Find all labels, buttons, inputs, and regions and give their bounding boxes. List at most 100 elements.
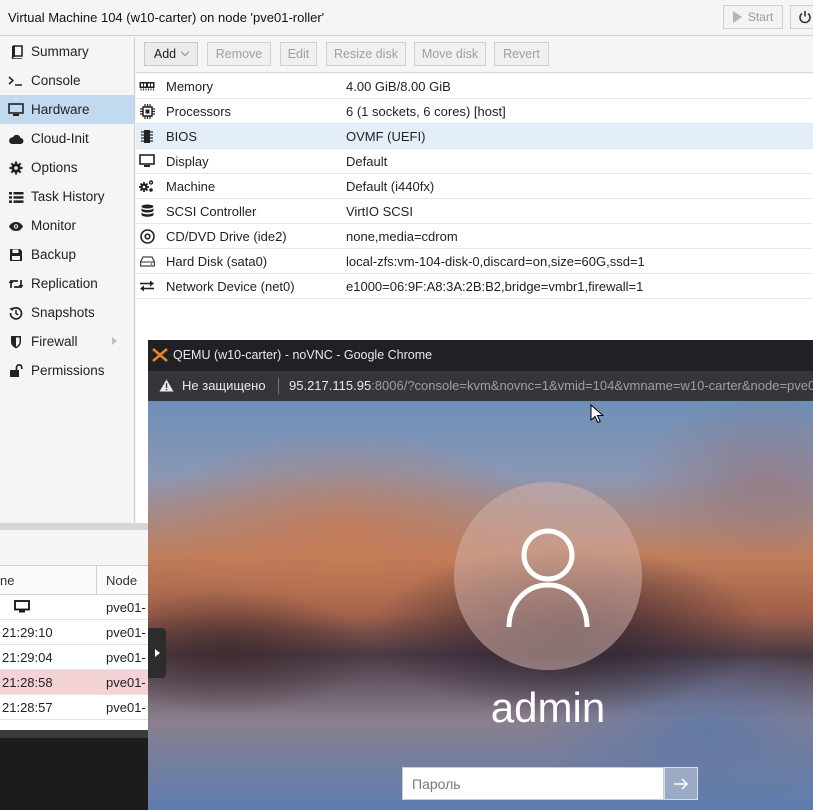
task-row[interactable]: 21:29:04 pve01-r: [0, 645, 148, 670]
password-box[interactable]: [402, 767, 665, 800]
terminal-icon: [8, 73, 24, 89]
hardware-value: OVMF (UEFI): [346, 129, 426, 144]
edit-button[interactable]: Edit: [280, 42, 317, 66]
nav-item-task-history[interactable]: Task History: [0, 182, 134, 211]
task-row-error[interactable]: 21:28:58 pve01-r: [0, 670, 148, 695]
hardware-row-display[interactable]: Display Default: [136, 149, 813, 174]
hardware-row-hard-disk[interactable]: Hard Disk (sata0) local-zfs:vm-104-disk-…: [136, 249, 813, 274]
hardware-value: Default (i440fx): [346, 179, 435, 194]
hardware-key: Hard Disk (sata0): [166, 254, 268, 269]
nav-item-replication[interactable]: Replication: [0, 269, 134, 298]
cdrom-icon: [139, 228, 155, 244]
monitor-icon: [8, 102, 24, 118]
hardware-value: 6 (1 sockets, 6 cores) [host]: [346, 104, 506, 119]
task-time: 21:29:04: [2, 650, 53, 665]
cloud-icon: [8, 131, 24, 147]
nav-item-cloud-init[interactable]: Cloud-Init: [0, 124, 134, 153]
user-icon: [506, 528, 590, 628]
remove-button[interactable]: Remove: [207, 42, 271, 66]
list-icon: [8, 189, 24, 205]
novnc-chrome-window: QEMU (w10-carter) - noVNC - Google Chrom…: [148, 340, 813, 810]
power-icon: [799, 11, 811, 24]
nav-item-summary[interactable]: Summary: [0, 37, 134, 66]
expand-arrow-icon[interactable]: [112, 337, 117, 345]
chrome-title-bar[interactable]: QEMU (w10-carter) - noVNC - Google Chrom…: [148, 340, 813, 371]
username-label: admin: [490, 684, 606, 731]
task-node: pve01-r: [106, 600, 146, 615]
hardware-row-processors[interactable]: Processors 6 (1 sockets, 6 cores) [host]: [136, 99, 813, 124]
nav-item-snapshots[interactable]: Snapshots: [0, 298, 134, 327]
resize-disk-button[interactable]: Resize disk: [326, 42, 406, 66]
arrow-right-icon: [674, 777, 689, 790]
hardware-key: Processors: [166, 104, 232, 119]
nav-item-firewall[interactable]: Firewall: [0, 327, 134, 356]
taskbar-area: [0, 730, 148, 810]
running-task-monitor-icon: [14, 600, 30, 616]
task-log-column-header: ne Node: [0, 565, 148, 596]
history-icon: [8, 305, 24, 321]
task-node: pve01-r: [106, 675, 146, 690]
hardware-key: Machine: [166, 179, 216, 194]
add-button[interactable]: Add: [144, 42, 198, 66]
url-path: :8006/?console=kvm&novnc=1&vmid=104&vmna…: [371, 378, 813, 393]
submit-arrow-button[interactable]: [664, 767, 698, 800]
nav-label: Snapshots: [31, 305, 95, 320]
revert-button[interactable]: Revert: [494, 42, 549, 66]
start-button[interactable]: Start: [723, 5, 783, 29]
chevron-down-icon: [180, 47, 190, 57]
nav-item-options[interactable]: Options: [0, 153, 134, 182]
not-secure-label[interactable]: Не защищено: [182, 378, 266, 393]
database-icon: [139, 203, 155, 219]
task-time: 21:28:57: [2, 700, 53, 715]
retweet-icon: [8, 276, 24, 292]
unlock-icon: [8, 363, 24, 379]
nav-item-hardware[interactable]: Hardware: [0, 95, 134, 124]
shutdown-button[interactable]: [790, 5, 813, 29]
hardware-value: e1000=06:9F:A8:3A:2B:B2,bridge=vmbr1,fir…: [346, 279, 644, 294]
desktop-icon: [139, 153, 155, 169]
task-row[interactable]: 21:29:10 pve01-r: [0, 620, 148, 645]
move-disk-button[interactable]: Move disk: [414, 42, 486, 66]
nav-label: Task History: [31, 189, 105, 204]
address-divider: [278, 378, 279, 394]
task-row[interactable]: 21:28:57 pve01-r: [0, 695, 148, 720]
nav-label: Summary: [31, 44, 89, 59]
nav-label: Monitor: [31, 218, 77, 233]
address-bar[interactable]: Не защищено 95.217.115.95:8006/?console=…: [148, 371, 813, 401]
url-text[interactable]: 95.217.115.95:8006/?console=kvm&novnc=1&…: [289, 378, 813, 393]
column-header-node[interactable]: Node: [106, 573, 137, 588]
window-title: QEMU (w10-carter) - noVNC - Google Chrom…: [173, 348, 433, 362]
play-icon: [732, 11, 742, 23]
task-log-panel: ne Node pve01-r 21:29:10 pve01-r 21:29:0…: [0, 530, 148, 730]
hardware-row-bios[interactable]: BIOS OVMF (UEFI): [136, 124, 813, 149]
novnc-logo-icon: [152, 348, 168, 365]
hardware-key: Display: [166, 154, 209, 169]
hardware-row-memory[interactable]: Memory 4.00 GiB/8.00 GiB: [136, 74, 813, 99]
cogs-icon: [139, 178, 155, 194]
novnc-control-bar-toggle[interactable]: [148, 628, 166, 678]
column-divider[interactable]: [96, 566, 97, 596]
task-node: pve01-r: [106, 700, 146, 715]
hardware-row-machine[interactable]: Machine Default (i440fx): [136, 174, 813, 199]
nav-item-monitor[interactable]: Monitor: [0, 211, 134, 240]
hardware-row-network-device[interactable]: Network Device (net0) e1000=06:9F:A8:3A:…: [136, 274, 813, 299]
hardware-key: SCSI Controller: [166, 204, 257, 219]
hardware-row-cd-dvd-drive[interactable]: CD/DVD Drive (ide2) none,media=cdrom: [136, 224, 813, 249]
column-header-time[interactable]: ne: [0, 573, 14, 588]
hardware-value: VirtIO SCSI: [346, 204, 413, 219]
start-button-label: Start: [747, 10, 774, 24]
nav-item-permissions[interactable]: Permissions: [0, 356, 134, 385]
shield-icon: [8, 334, 24, 350]
warning-icon[interactable]: [159, 379, 174, 395]
hardware-value: Default: [346, 154, 388, 169]
task-row[interactable]: pve01-r: [0, 595, 148, 620]
hardware-row-scsi-controller[interactable]: SCSI Controller VirtIO SCSI: [136, 199, 813, 224]
nav-item-console[interactable]: Console: [0, 66, 134, 95]
hardware-value: none,media=cdrom: [346, 229, 458, 244]
nav-label: Console: [31, 73, 81, 88]
nav-item-backup[interactable]: Backup: [0, 240, 134, 269]
book-icon: [8, 44, 24, 60]
nav-label: Backup: [31, 247, 77, 262]
password-input[interactable]: [403, 768, 665, 799]
vnc-lock-screen[interactable]: admin: [148, 401, 813, 810]
